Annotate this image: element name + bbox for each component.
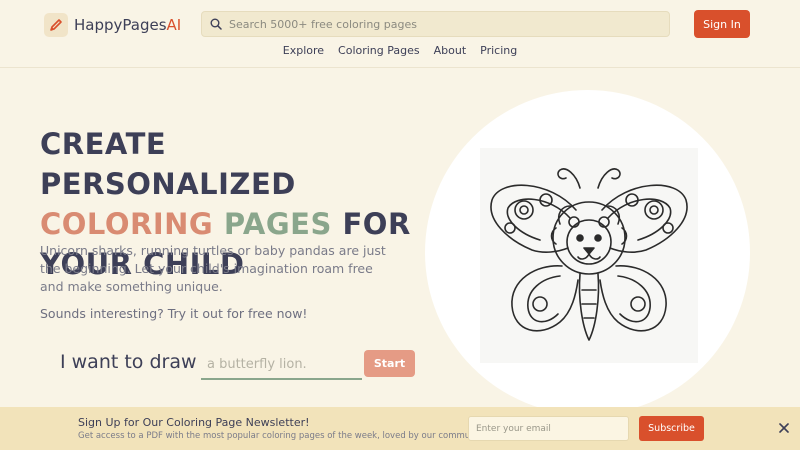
search-icon bbox=[210, 15, 222, 34]
brand-name: HappyPagesAI bbox=[74, 16, 181, 34]
hero-image-circle bbox=[425, 90, 750, 415]
logo[interactable]: HappyPagesAI bbox=[44, 12, 181, 38]
hero-tagline: Sounds interesting? Try it out for free … bbox=[40, 306, 308, 321]
newsletter-subtitle: Get access to a PDF with the most popula… bbox=[78, 431, 488, 441]
butterfly-lion-illustration bbox=[480, 148, 698, 363]
draw-label: I want to draw bbox=[60, 351, 197, 373]
search-bar bbox=[201, 11, 670, 37]
hero-description: Unicorn sharks, running turtles or baby … bbox=[40, 243, 386, 294]
start-button[interactable]: Start bbox=[364, 350, 415, 377]
headline-word-for: for bbox=[342, 207, 411, 241]
newsletter-bar: Sign Up for Our Coloring Page Newsletter… bbox=[0, 407, 800, 450]
newsletter-title: Sign Up for Our Coloring Page Newsletter… bbox=[78, 416, 310, 429]
site-header: HappyPagesAI Sign In Explore Coloring Pa… bbox=[0, 0, 800, 68]
headline-word-coloring: coloring bbox=[40, 207, 214, 241]
pencil-icon bbox=[44, 13, 68, 37]
nav-coloring-pages[interactable]: Coloring Pages bbox=[338, 44, 420, 60]
brand-main: HappyPages bbox=[74, 16, 167, 34]
headline-line1: Create personalized bbox=[40, 127, 296, 201]
newsletter-email-input[interactable] bbox=[468, 416, 629, 441]
nav-explore[interactable]: Explore bbox=[283, 44, 324, 60]
headline-word-pages: pages bbox=[223, 207, 332, 241]
draw-prompt-input[interactable] bbox=[201, 350, 362, 380]
nav-pricing[interactable]: Pricing bbox=[480, 44, 517, 60]
close-icon[interactable] bbox=[777, 421, 791, 435]
main-nav: Explore Coloring Pages About Pricing bbox=[0, 44, 800, 60]
sign-in-button[interactable]: Sign In bbox=[694, 10, 750, 38]
nav-about[interactable]: About bbox=[434, 44, 467, 60]
subscribe-button[interactable]: Subscribe bbox=[639, 416, 704, 441]
search-input[interactable] bbox=[229, 17, 649, 31]
brand-suffix: AI bbox=[166, 16, 182, 34]
